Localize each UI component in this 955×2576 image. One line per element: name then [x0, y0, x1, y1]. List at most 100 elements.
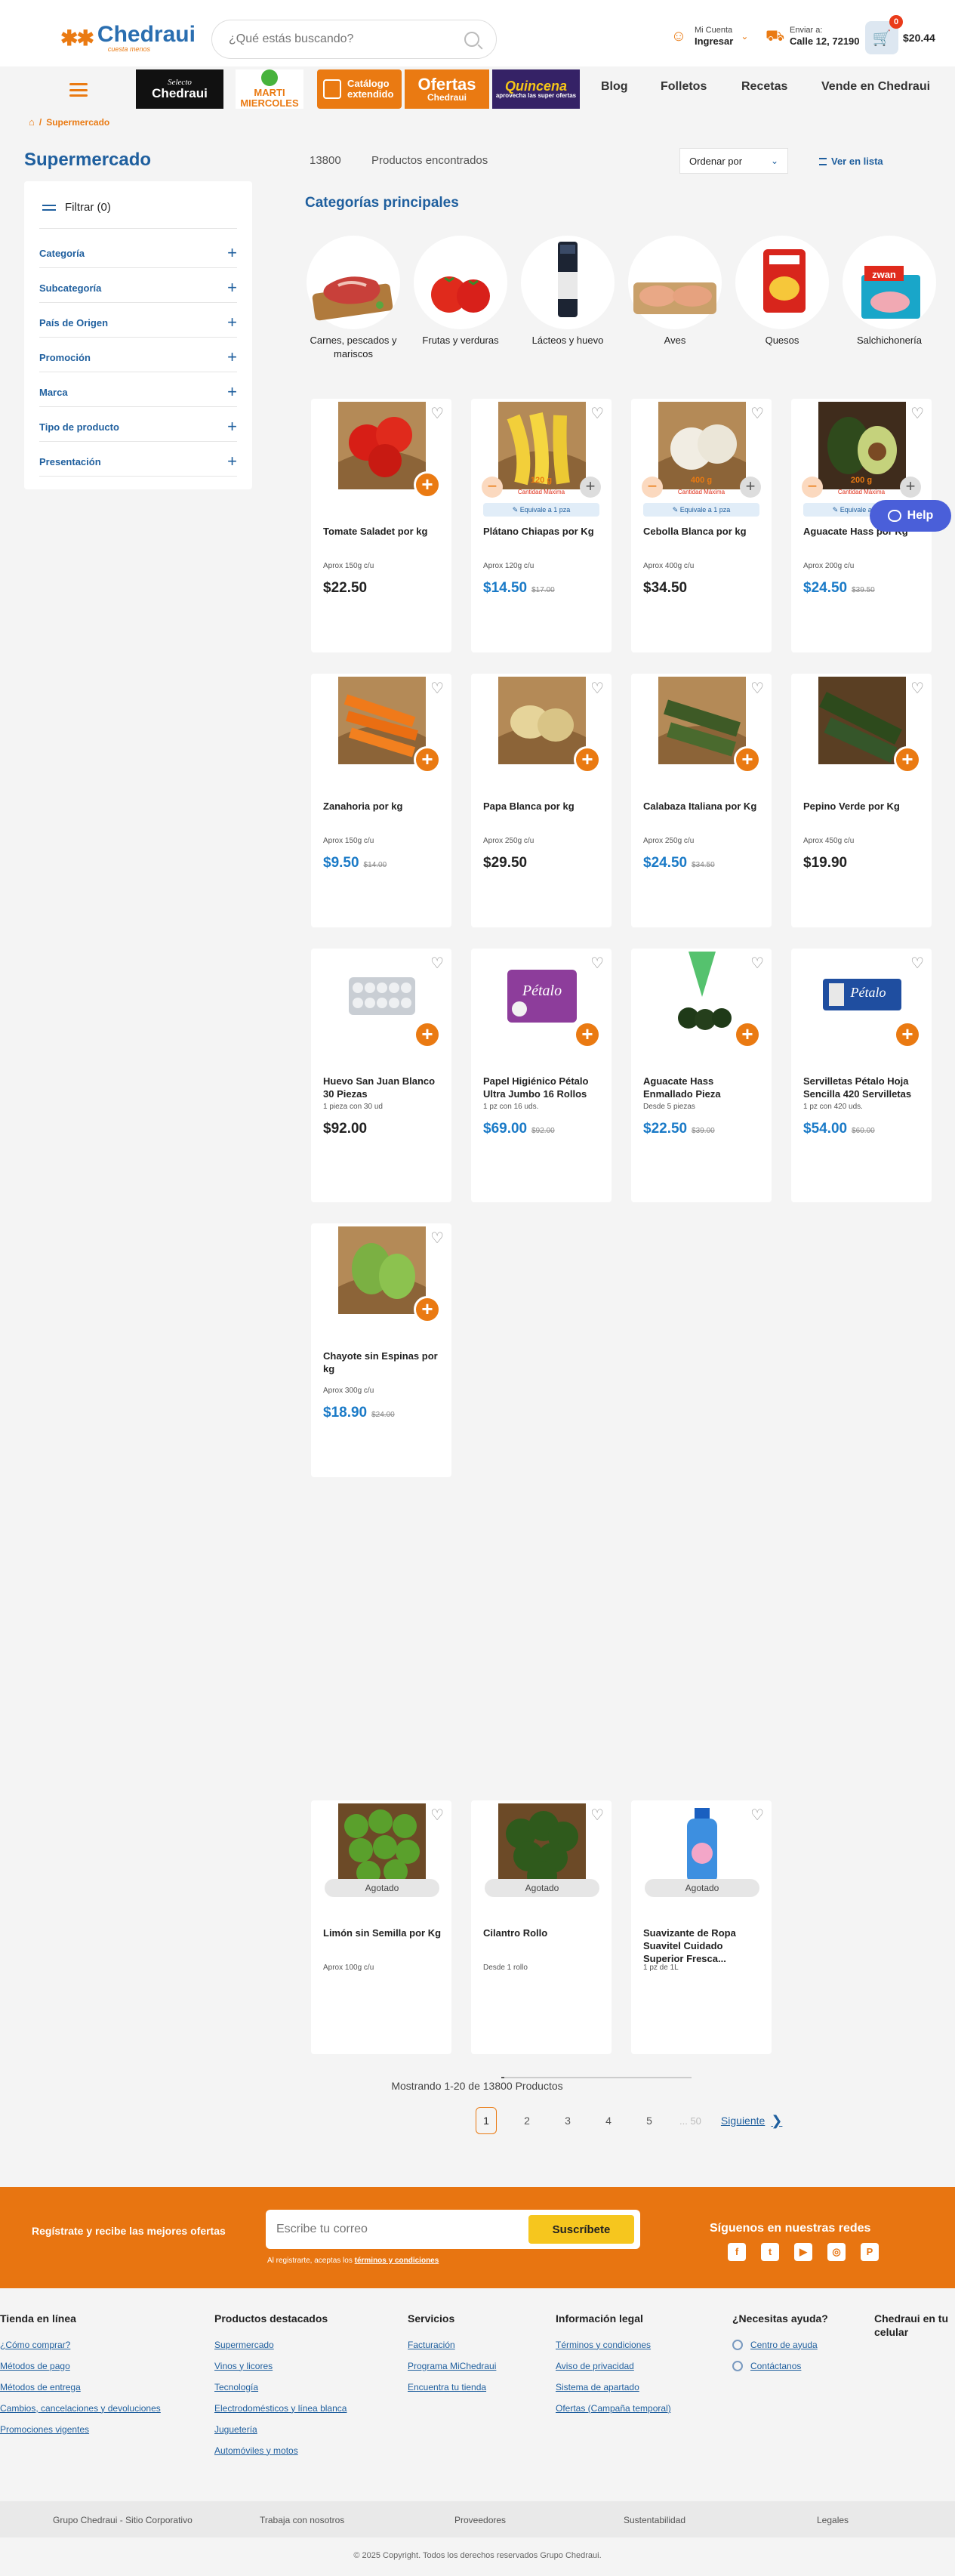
next-page-link[interactable]: Siguiente ❯ [721, 2113, 782, 2129]
ship-to-button[interactable]: ⛟ Enviar a:Calle 12, 72190 ⌄ [766, 26, 875, 48]
product-card[interactable]: Pétalo ♡ + Papel Higiénico Pétalo Ultra Jum… [471, 949, 612, 1202]
product-card[interactable]: ♡ + Tomate Saladet por kg Aprox 150g c/u $22… [311, 399, 451, 652]
nav-vende[interactable]: Vende en Chedraui [821, 80, 930, 94]
product-image[interactable]: Pétalo [498, 952, 586, 1039]
promo-ofertas[interactable]: Ofertas Chedraui [405, 69, 489, 109]
product-name[interactable]: Aguacate Hass Enmallado Pieza [643, 1075, 762, 1101]
filter-row-6[interactable]: Presentación + [39, 453, 237, 470]
add-to-cart-button[interactable]: + [574, 1021, 601, 1048]
cart-button[interactable]: 🛒 0 $20.44 [865, 15, 935, 54]
footer-link[interactable]: Electrodomésticos y línea blanca [214, 2403, 347, 2414]
product-name[interactable]: Huevo San Juan Blanco 30 Piezas [323, 1075, 442, 1101]
add-to-cart-button[interactable]: + [734, 746, 761, 773]
footer-link[interactable]: Ofertas (Campaña temporal) [556, 2403, 671, 2414]
footer-link[interactable]: ¿Cómo comprar? [0, 2340, 161, 2350]
product-image[interactable] [658, 677, 746, 764]
product-image[interactable] [818, 677, 906, 764]
help-button[interactable]: Help [870, 500, 951, 532]
product-name[interactable]: Servilletas Pétalo Hoja Sencilla 420 Ser… [803, 1075, 923, 1101]
product-name[interactable]: Papa Blanca por kg [483, 801, 602, 813]
page-3[interactable]: 3 [557, 2107, 578, 2134]
footer-link[interactable]: Facturación [408, 2340, 496, 2350]
page-1[interactable]: 1 [476, 2107, 497, 2134]
product-image[interactable] [498, 1803, 586, 1891]
subscribe-button[interactable]: Suscríbete [528, 2215, 634, 2244]
heart-icon[interactable]: ♡ [590, 1808, 604, 1823]
filter-row-5[interactable]: Tipo de producto + [39, 418, 237, 435]
product-name[interactable]: Pepino Verde por Kg [803, 801, 923, 813]
product-card[interactable]: ♡ Agotado Cilantro Rollo Desde 1 rollo [471, 1800, 612, 2054]
product-name[interactable]: Zanahoria por kg [323, 801, 442, 813]
footer-link[interactable]: Métodos de entrega [0, 2382, 161, 2392]
instagram-icon[interactable]: ◎ [827, 2243, 846, 2261]
product-image[interactable] [338, 1226, 426, 1314]
heart-icon[interactable]: ♡ [590, 406, 604, 421]
minus-button[interactable]: − [642, 477, 663, 498]
product-image[interactable] [338, 677, 426, 764]
heart-icon[interactable]: ♡ [430, 681, 444, 696]
plus-button[interactable]: + [900, 477, 921, 498]
terms-link[interactable]: términos y condiciones [355, 2257, 439, 2265]
filter-row-3[interactable]: Promoción + [39, 349, 237, 366]
footer-help-link[interactable]: Contáctanos [732, 2360, 828, 2371]
footer-link[interactable]: Términos y condiciones [556, 2340, 671, 2350]
product-card[interactable]: ♡ + Papa Blanca por kg Aprox 250g c/u $29.50 [471, 674, 612, 927]
sort-select[interactable]: Ordenar por ⌄ [679, 148, 788, 174]
footer-bottom-link[interactable]: Grupo Chedraui - Sitio Corporativo [53, 2515, 193, 2525]
product-name[interactable]: Tomate Saladet por kg [323, 526, 442, 538]
heart-icon[interactable]: ♡ [750, 1808, 764, 1823]
filter-row-1[interactable]: Subcategoría + [39, 279, 237, 296]
chedraui-logo[interactable]: ✱✱ Chedraui cuesta menos [60, 21, 196, 54]
product-name[interactable]: Papel Higiénico Pétalo Ultra Jumbo 16 Ro… [483, 1075, 602, 1101]
heart-icon[interactable]: ♡ [430, 1231, 444, 1246]
add-to-cart-button[interactable]: + [894, 746, 921, 773]
category-item[interactable]: zwan Salchichonería [836, 236, 942, 347]
product-name[interactable]: Chayote sin Espinas por kg [323, 1350, 442, 1376]
footer-bottom-link[interactable]: Proveedores [454, 2515, 506, 2525]
page-2[interactable]: 2 [516, 2107, 538, 2134]
search-icon[interactable] [464, 32, 479, 47]
footer-link[interactable]: Supermercado [214, 2340, 347, 2350]
search-input[interactable] [229, 32, 464, 46]
filter-row-2[interactable]: País de Origen + [39, 314, 237, 331]
add-to-cart-button[interactable]: + [574, 746, 601, 773]
product-card[interactable]: Pétalo ♡ + Servilletas Pétalo Hoja Sencilla… [791, 949, 932, 1202]
heart-icon[interactable]: ♡ [750, 956, 764, 971]
footer-bottom-link[interactable]: Trabaja con nosotros [260, 2515, 344, 2525]
product-card[interactable]: ♡ + Zanahoria por kg Aprox 150g c/u $9.50 $14… [311, 674, 451, 927]
product-name[interactable]: Suavizante de Ropa Suavitel Cuidado Supe… [643, 1927, 762, 1966]
product-name[interactable]: Limón sin Semilla por Kg [323, 1927, 442, 1940]
footer-bottom-link[interactable]: Sustentabilidad [624, 2515, 685, 2525]
footer-link[interactable]: Vinos y licores [214, 2361, 347, 2371]
footer-link[interactable]: Programa MiChedraui [408, 2361, 496, 2371]
product-card[interactable]: ♡ Agotado Limón sin Semilla por Kg Aprox 10… [311, 1800, 451, 2054]
promo-marti-miercoles[interactable]: MARTI MIERCOLES [236, 69, 303, 109]
breadcrumb-current[interactable]: Supermercado [46, 117, 109, 128]
plus-button[interactable]: + [740, 477, 761, 498]
heart-icon[interactable]: ♡ [910, 406, 924, 421]
product-image[interactable] [658, 1803, 746, 1891]
footer-link[interactable]: Cambios, cancelaciones y devoluciones [0, 2403, 161, 2414]
product-image[interactable] [338, 1803, 426, 1891]
product-card[interactable]: ♡ + Aguacate Hass Enmallado Pieza Desde 5 p… [631, 949, 772, 1202]
pinterest-icon[interactable]: P [861, 2243, 879, 2261]
product-image[interactable] [338, 402, 426, 489]
category-item[interactable]: Quesos [729, 236, 835, 347]
minus-button[interactable]: − [802, 477, 823, 498]
footer-bottom-link[interactable]: Legales [817, 2515, 849, 2525]
nav-folletos[interactable]: Folletos [661, 80, 707, 94]
product-image[interactable] [338, 952, 426, 1039]
page-4[interactable]: 4 [598, 2107, 619, 2134]
product-name[interactable]: Cebolla Blanca por kg [643, 526, 762, 538]
page-5[interactable]: 5 [639, 2107, 660, 2134]
add-to-cart-button[interactable]: + [414, 1021, 441, 1048]
footer-link[interactable]: Juguetería [214, 2424, 347, 2435]
heart-icon[interactable]: ♡ [430, 406, 444, 421]
product-card[interactable]: ♡ + Chayote sin Espinas por kg Aprox 300g c… [311, 1223, 451, 1477]
footer-link[interactable]: Métodos de pago [0, 2361, 161, 2371]
category-item[interactable]: Lácteos y huevo [515, 236, 621, 347]
footer-link[interactable]: Sistema de apartado [556, 2382, 671, 2392]
category-item[interactable]: Aves [622, 236, 728, 347]
plus-button[interactable]: + [580, 477, 601, 498]
filter-row-4[interactable]: Marca + [39, 384, 237, 400]
